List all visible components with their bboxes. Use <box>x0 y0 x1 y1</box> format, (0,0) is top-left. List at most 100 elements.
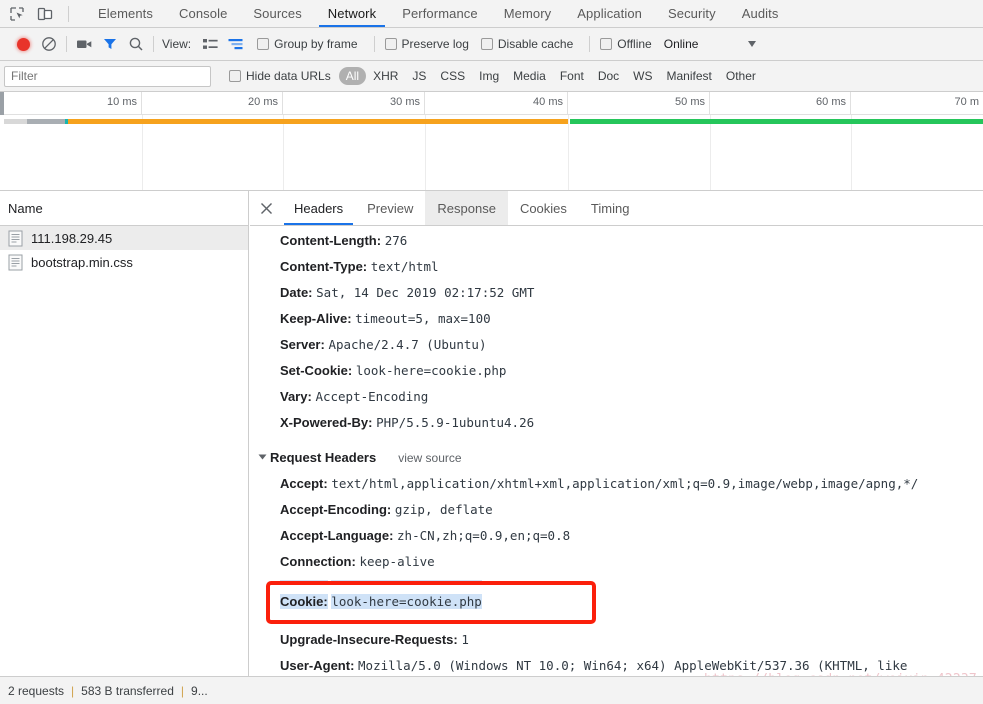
group-by-frame-label: Group by frame <box>274 37 358 51</box>
filter-type-all[interactable]: All <box>338 67 367 85</box>
filter-type-js[interactable]: JS <box>405 67 433 85</box>
status-divider: | <box>71 683 75 698</box>
request-list-panel: Name 111.198.29.45 bootstrap.min.css <box>0 191 249 676</box>
filter-type-doc[interactable]: Doc <box>591 67 626 85</box>
tab-timing-label: Timing <box>590 200 630 216</box>
header-key: Keep-Alive: <box>280 311 352 326</box>
tab-performance[interactable]: Performance <box>389 0 491 27</box>
timeline-tick-label: 40 ms <box>533 96 563 108</box>
filter-type-img[interactable]: Img <box>472 67 506 85</box>
tab-headers[interactable]: Headers <box>282 191 355 225</box>
tab-audits-label: Audits <box>741 6 779 21</box>
clear-button[interactable] <box>36 32 62 56</box>
devtools-tabstrip: Elements Console Sources Network Perform… <box>0 0 983 28</box>
header-value: 1 <box>461 632 469 647</box>
tab-network-label: Network <box>327 6 377 21</box>
list-view-button[interactable] <box>197 32 223 56</box>
request-headers-section-title[interactable]: Request Headers view source <box>250 445 983 471</box>
hide-data-urls-checkbox[interactable]: Hide data URLs <box>229 69 331 83</box>
tab-response[interactable]: Response <box>425 191 508 225</box>
tab-console[interactable]: Console <box>166 0 240 27</box>
header-row: Content-Length: 276 <box>250 228 983 254</box>
toolbar-divider-4 <box>589 36 591 52</box>
tab-memory-label: Memory <box>503 6 552 21</box>
request-row-stylesheet[interactable]: bootstrap.min.css <box>0 250 248 274</box>
tab-sources[interactable]: Sources <box>240 0 314 27</box>
header-row: Vary: Accept-Encoding <box>250 384 983 410</box>
overview-bar-document <box>0 119 983 124</box>
status-requests: 2 requests <box>8 683 65 698</box>
tab-network[interactable]: Network <box>315 0 389 27</box>
list-view-icon <box>202 38 218 49</box>
annotated-header-key: Cookie: <box>280 594 328 609</box>
record-button[interactable] <box>10 32 36 56</box>
timeline-tick-label: 50 ms <box>675 96 705 108</box>
throttling-select[interactable]: Online <box>664 37 699 51</box>
group-by-frame-checkbox[interactable]: Group by frame <box>257 37 358 51</box>
checkbox-box <box>600 38 613 50</box>
filter-type-manifest[interactable]: Manifest <box>660 67 719 85</box>
request-list-header[interactable]: Name <box>0 191 248 226</box>
chevron-down-icon[interactable] <box>258 454 267 460</box>
offline-checkbox[interactable]: Offline <box>600 37 652 51</box>
overview-bar-segment-stylesheet <box>570 119 983 124</box>
search-button[interactable] <box>123 32 149 56</box>
filter-icon <box>104 39 116 49</box>
filter-button[interactable] <box>97 32 123 56</box>
timeline-tick: 30 ms <box>283 92 425 115</box>
tab-cookies-label: Cookies <box>519 200 567 216</box>
tab-application[interactable]: Application <box>564 0 655 27</box>
filter-type-media[interactable]: Media <box>506 67 553 85</box>
tab-security-label: Security <box>667 6 716 21</box>
header-key: Date: <box>280 285 313 300</box>
header-row: Accept-Encoding: gzip, deflate <box>250 497 983 523</box>
header-row: Set-Cookie: look-here=cookie.php <box>250 358 983 384</box>
filter-type-font[interactable]: Font <box>553 67 591 85</box>
header-value: 276 <box>384 233 408 248</box>
hide-data-urls-label: Hide data URLs <box>246 69 331 83</box>
tab-security[interactable]: Security <box>655 0 729 27</box>
header-value: PHP/5.5.9-1ubuntu4.26 <box>376 415 535 430</box>
tab-memory[interactable]: Memory <box>491 0 565 27</box>
header-key: Connection: <box>280 554 356 569</box>
tab-cookies[interactable]: Cookies <box>508 191 579 225</box>
filter-type-ws[interactable]: WS <box>626 67 659 85</box>
preserve-log-label: Preserve log <box>401 37 469 51</box>
timeline-ruler: 10 ms 20 ms 30 ms 40 ms 50 ms 60 ms 70 m <box>0 92 983 115</box>
close-details-button[interactable] <box>250 191 282 225</box>
tab-headers-label: Headers <box>294 200 344 216</box>
capture-screenshots-button[interactable] <box>71 32 97 56</box>
tab-console-label: Console <box>179 6 228 21</box>
preserve-log-checkbox[interactable]: Preserve log <box>384 37 469 51</box>
timeline-tick-label: 30 ms <box>390 96 420 108</box>
tab-timing[interactable]: Timing <box>579 191 642 225</box>
disable-cache-checkbox[interactable]: Disable cache <box>480 37 573 51</box>
tab-audits[interactable]: Audits <box>729 0 792 27</box>
waterfall-view-button[interactable] <box>223 32 249 56</box>
chevron-down-icon[interactable] <box>748 41 757 47</box>
filter-input[interactable] <box>4 65 211 87</box>
header-key: Set-Cookie: <box>280 363 353 378</box>
header-value: text/html,application/xhtml+xml,applicat… <box>331 476 919 491</box>
timeline-tick-label: 60 ms <box>816 96 846 108</box>
filter-type-xhr[interactable]: XHR <box>366 67 405 85</box>
view-source-link[interactable]: view source <box>398 451 461 465</box>
cookie-annotation-text: Cookie: look-here=cookie.php <box>280 589 482 615</box>
inspect-element-icon[interactable] <box>8 5 26 23</box>
device-toolbar-icon[interactable] <box>36 5 54 23</box>
toolbar-divider-2 <box>153 36 154 52</box>
filter-type-other[interactable]: Other <box>719 67 763 85</box>
header-key: Content-Type: <box>280 259 368 274</box>
timeline-tick: 10 ms <box>0 92 142 115</box>
network-overview[interactable]: 10 ms 20 ms 30 ms 40 ms 50 ms 60 ms 70 m <box>0 92 983 191</box>
overview-bar-segment-waiting <box>27 119 65 124</box>
tab-preview[interactable]: Preview <box>355 191 425 225</box>
header-row: Date: Sat, 14 Dec 2019 02:17:52 GMT <box>250 280 983 306</box>
request-row-document[interactable]: 111.198.29.45 <box>0 226 248 250</box>
tab-elements[interactable]: Elements <box>85 0 166 27</box>
header-row: Upgrade-Insecure-Requests: 1 <box>250 627 983 653</box>
annotated-header-value: look-here=cookie.php <box>331 594 482 609</box>
header-key: Server: <box>280 337 325 352</box>
filter-type-css[interactable]: CSS <box>433 67 472 85</box>
